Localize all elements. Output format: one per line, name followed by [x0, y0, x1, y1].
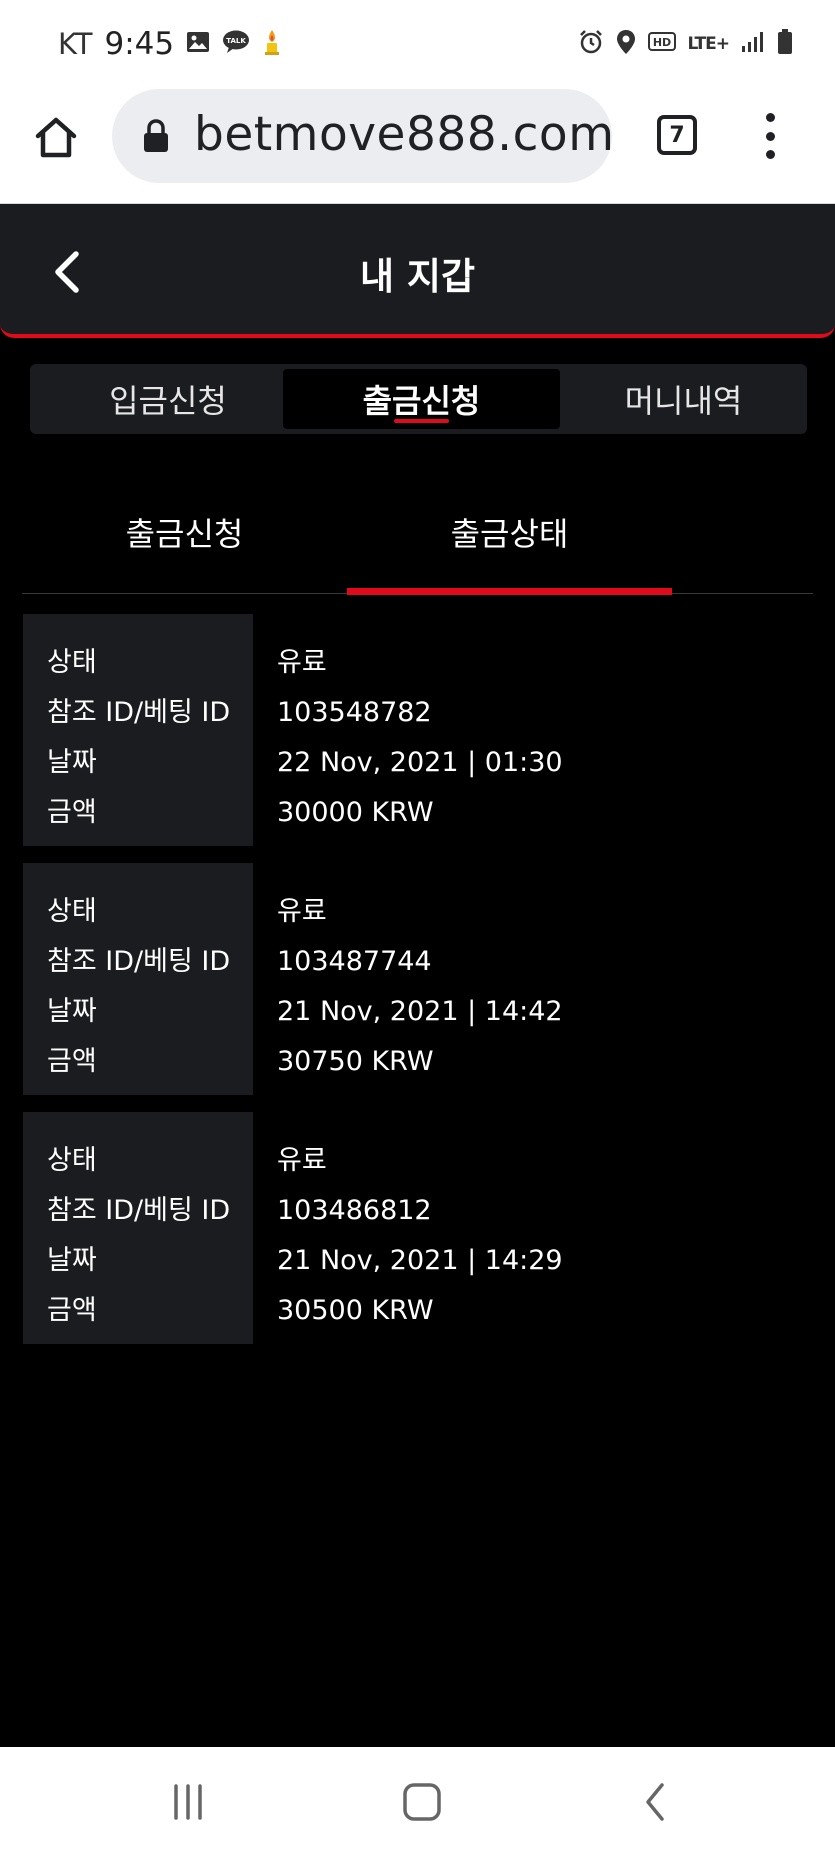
list-item: 상태 참조 ID/베팅 ID 날짜 금액 유료 103548782 22 Nov… [23, 614, 813, 846]
active-subtab-indicator [347, 588, 672, 595]
status-bar-right: HD LTE+ [578, 22, 793, 66]
amount-label: 금액 [47, 1046, 97, 1077]
date-value: 21 Nov, 2021 | 14:29 [277, 1245, 563, 1276]
candle-icon [262, 28, 282, 60]
ref-id-value: 103487744 [277, 946, 432, 977]
date-value: 22 Nov, 2021 | 01:30 [277, 747, 563, 778]
status-value: 유료 [277, 896, 327, 927]
status-label: 상태 [47, 647, 97, 678]
lte-plus-icon: LTE+ [687, 33, 730, 54]
field-labels: 상태 참조 ID/베팅 ID 날짜 금액 [23, 614, 253, 846]
gallery-notification-icon [186, 31, 210, 57]
recent-apps-button[interactable] [158, 1777, 218, 1827]
home-square-icon [403, 1783, 441, 1821]
ref-id-label: 참조 ID/베팅 ID [47, 697, 231, 728]
tab-switcher-button[interactable]: 7 [657, 115, 697, 155]
back-chevron-icon [646, 1783, 664, 1821]
wallet-tabs: 입금신청 출금신청 머니내역 [30, 364, 807, 434]
tab-deposit-request[interactable]: 입금신청 [38, 369, 298, 429]
wallet-header: 내 지갑 [0, 204, 835, 338]
tab-label: 출금신청 [362, 382, 481, 420]
recent-apps-icon [174, 1784, 202, 1820]
field-values: 유료 103486812 21 Nov, 2021 | 14:29 30500 … [277, 1112, 563, 1338]
status-value: 유료 [277, 647, 327, 678]
status-label: 상태 [47, 1145, 97, 1176]
field-labels: 상태 참조 ID/베팅 ID 날짜 금액 [23, 1112, 253, 1344]
subtab-label: 출금신청 [125, 515, 244, 553]
url-text[interactable]: betmove888.com/l [194, 107, 612, 162]
date-label: 날짜 [47, 747, 97, 778]
hd-voice-icon: HD [647, 31, 676, 57]
tab-withdraw-request[interactable]: 출금신청 [283, 369, 560, 429]
active-tab-indicator [393, 419, 449, 423]
carrier-label: KT [58, 27, 93, 61]
kakaotalk-icon: TALK [222, 30, 250, 58]
withdraw-sub-tabs: 출금신청 출금상태 [22, 470, 813, 595]
alarm-icon [578, 29, 604, 59]
menu-dot [765, 150, 775, 159]
back-nav-button[interactable] [625, 1777, 685, 1827]
clock: 9:45 [104, 26, 175, 62]
ref-id-value: 103486812 [277, 1195, 432, 1226]
tab-money-history[interactable]: 머니내역 [560, 369, 807, 429]
svg-text:TALK: TALK [226, 37, 246, 45]
field-labels: 상태 참조 ID/베팅 ID 날짜 금액 [23, 863, 253, 1095]
tab-label: 머니내역 [624, 382, 743, 420]
menu-dot [765, 131, 775, 141]
list-item: 상태 참조 ID/베팅 ID 날짜 금액 유료 103487744 21 Nov… [23, 863, 813, 1095]
date-label: 날짜 [47, 1245, 97, 1276]
amount-value: 30500 KRW [277, 1295, 434, 1326]
amount-value: 30750 KRW [277, 1046, 434, 1077]
signal-icon [741, 31, 765, 57]
status-bar-left: KT 9:45 TALK [58, 22, 282, 66]
browser-toolbar: betmove888.com/l 7 [0, 84, 835, 204]
amount-label: 금액 [47, 1295, 97, 1326]
withdrawal-history-list: 상태 참조 ID/베팅 ID 날짜 금액 유료 103548782 22 Nov… [23, 614, 813, 1361]
browser-menu-button[interactable] [750, 113, 790, 159]
svg-text:HD: HD [652, 36, 670, 49]
ref-id-label: 참조 ID/베팅 ID [47, 1195, 231, 1226]
ref-id-value: 103548782 [277, 697, 432, 728]
tab-label: 입금신청 [109, 382, 227, 420]
system-navigation-bar [0, 1747, 835, 1856]
ref-id-label: 참조 ID/베팅 ID [47, 946, 231, 977]
menu-dot [765, 113, 775, 122]
field-values: 유료 103487744 21 Nov, 2021 | 14:42 30750 … [277, 863, 563, 1089]
home-button[interactable] [30, 112, 82, 164]
location-icon [616, 29, 636, 59]
status-value: 유료 [277, 1145, 327, 1176]
date-label: 날짜 [47, 996, 97, 1027]
status-label: 상태 [47, 896, 97, 927]
page-title: 내 지갑 [359, 255, 475, 298]
subtab-withdraw-status[interactable]: 출금상태 [347, 470, 672, 595]
battery-icon [777, 29, 793, 59]
lock-icon [142, 119, 170, 157]
subtab-withdraw-request[interactable]: 출금신청 [22, 470, 347, 594]
status-bar: KT 9:45 TALK HD LTE+ [0, 0, 835, 84]
list-item: 상태 참조 ID/베팅 ID 날짜 금액 유료 103486812 21 Nov… [23, 1112, 813, 1344]
home-nav-button[interactable] [392, 1777, 452, 1827]
amount-value: 30000 KRW [277, 797, 434, 828]
address-bar[interactable]: betmove888.com/l [112, 89, 612, 183]
home-icon [35, 117, 77, 158]
field-values: 유료 103548782 22 Nov, 2021 | 01:30 30000 … [277, 614, 563, 840]
date-value: 21 Nov, 2021 | 14:42 [277, 996, 563, 1027]
subtab-label: 출금상태 [450, 515, 569, 553]
amount-label: 금액 [47, 797, 97, 828]
